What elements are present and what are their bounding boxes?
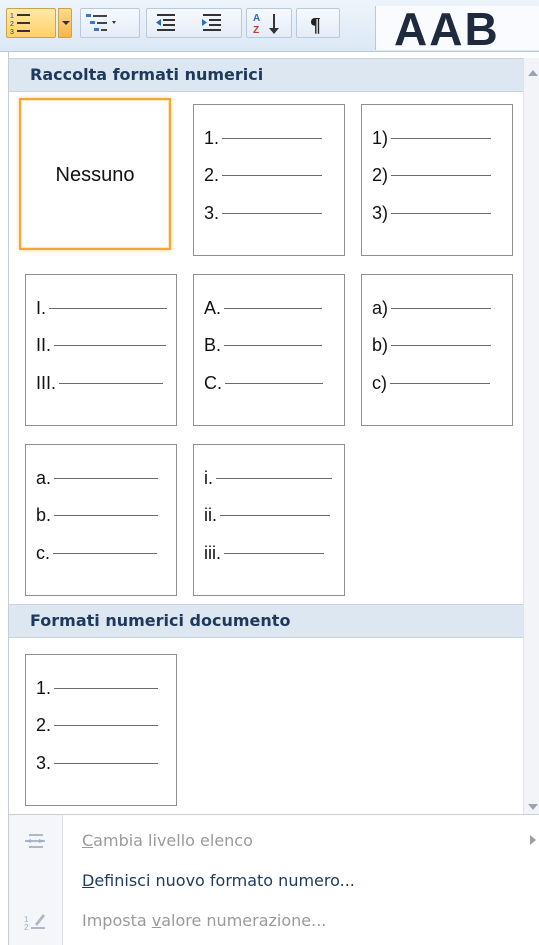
show-formatting-button[interactable]: ¶ [296, 8, 340, 38]
list-line: 1. [36, 678, 159, 698]
change-list-level-label: Cambia livello elenco [82, 831, 253, 850]
format-tile-document-arabic[interactable]: 1. 2. 3. [25, 654, 177, 806]
numbering-dropdown-arrow[interactable] [58, 8, 72, 38]
format-none-label: Nessuno [55, 164, 135, 186]
scroll-down-arrow[interactable] [528, 804, 538, 810]
sort-az-icon: A Z [253, 13, 279, 36]
multilevel-list-icon [86, 14, 116, 31]
list-line: 1) [372, 128, 492, 148]
indent-group [146, 8, 242, 38]
decrease-indent-icon [156, 14, 175, 31]
pilcrow-icon: ¶ [310, 14, 321, 36]
numbering-icon: 1 2 3 [10, 13, 30, 36]
menu-commands: Cambia livello elenco Definisci nuovo fo… [9, 814, 539, 945]
set-numbering-value-item[interactable]: 1 2 Imposta valore numerazione... [9, 901, 539, 941]
list-line: a. [36, 468, 159, 488]
list-line: 2. [204, 165, 323, 185]
svg-text:2: 2 [24, 923, 29, 932]
increase-indent-icon [202, 14, 221, 31]
list-line: c. [36, 543, 158, 563]
list-line: II. [36, 335, 167, 355]
format-tile-alpha-upper[interactable]: A. B. C. [193, 274, 345, 426]
list-line: 2. [36, 715, 159, 735]
list-line: a) [372, 298, 492, 318]
change-level-icon [25, 834, 45, 848]
list-line: 3. [36, 753, 159, 773]
gallery-scrollbar[interactable] [523, 58, 539, 818]
list-line: III. [36, 373, 164, 393]
list-line: b) [372, 335, 492, 355]
change-list-level-item[interactable]: Cambia livello elenco [9, 821, 539, 861]
format-tile-none[interactable]: Nessuno [19, 98, 171, 250]
list-line: I. [36, 298, 168, 318]
sort-button[interactable]: A Z [246, 8, 292, 38]
svg-text:A: A [253, 13, 260, 24]
list-line: i. [204, 468, 332, 488]
define-new-number-format-label: Definisci nuovo formato numero... [82, 871, 355, 890]
list-line: A. [204, 298, 323, 318]
numbering-library-menu: Raccolta formati numerici Nessuno 1. 2. … [8, 52, 539, 945]
indent-icons [156, 14, 221, 31]
format-tile-alpha-lower-period[interactable]: a. b. c. [25, 444, 177, 596]
list-line: 2) [372, 165, 492, 185]
list-line: C. [204, 373, 323, 393]
submenu-arrow-icon [530, 835, 536, 845]
list-line: 1. [204, 128, 323, 148]
svg-text:Z: Z [253, 25, 259, 36]
format-tile-arabic-paren[interactable]: 1) 2) 3) [361, 104, 513, 256]
list-line: ii. [204, 505, 330, 525]
svg-text:¶: ¶ [310, 14, 321, 36]
document-formats-header: Formati numerici documento [9, 604, 523, 638]
svg-text:2: 2 [10, 21, 14, 28]
styles-preview-text: AAB [394, 6, 500, 50]
svg-text:3: 3 [10, 29, 14, 36]
numbering-library-header: Raccolta formati numerici [9, 58, 523, 92]
set-numbering-value-icon: 1 2 [24, 914, 45, 932]
list-line: 3. [204, 203, 323, 223]
multilevel-list-button[interactable] [80, 8, 140, 38]
list-line: B. [204, 335, 323, 355]
list-line: c) [372, 373, 490, 393]
format-tile-roman-lower[interactable]: i. ii. iii. [193, 444, 345, 596]
ribbon-paragraph-toolbar: 1 2 3 A Z ¶ AAB [0, 0, 539, 52]
format-tile-arabic-period[interactable]: 1. 2. 3. [193, 104, 345, 256]
styles-gallery-preview[interactable]: AAB [375, 6, 539, 50]
numbering-button[interactable]: 1 2 3 [6, 8, 56, 38]
set-numbering-value-label: Imposta valore numerazione... [82, 911, 327, 930]
format-tile-roman-upper[interactable]: I. II. III. [25, 274, 177, 426]
scroll-up-arrow[interactable] [528, 70, 538, 76]
list-line: iii. [204, 543, 324, 563]
svg-text:1: 1 [10, 13, 14, 20]
format-tile-alpha-lower-paren[interactable]: a) b) c) [361, 274, 513, 426]
define-new-number-format-item[interactable]: Definisci nuovo formato numero... [9, 861, 539, 901]
list-line: b. [36, 505, 159, 525]
list-line: 3) [372, 203, 492, 223]
